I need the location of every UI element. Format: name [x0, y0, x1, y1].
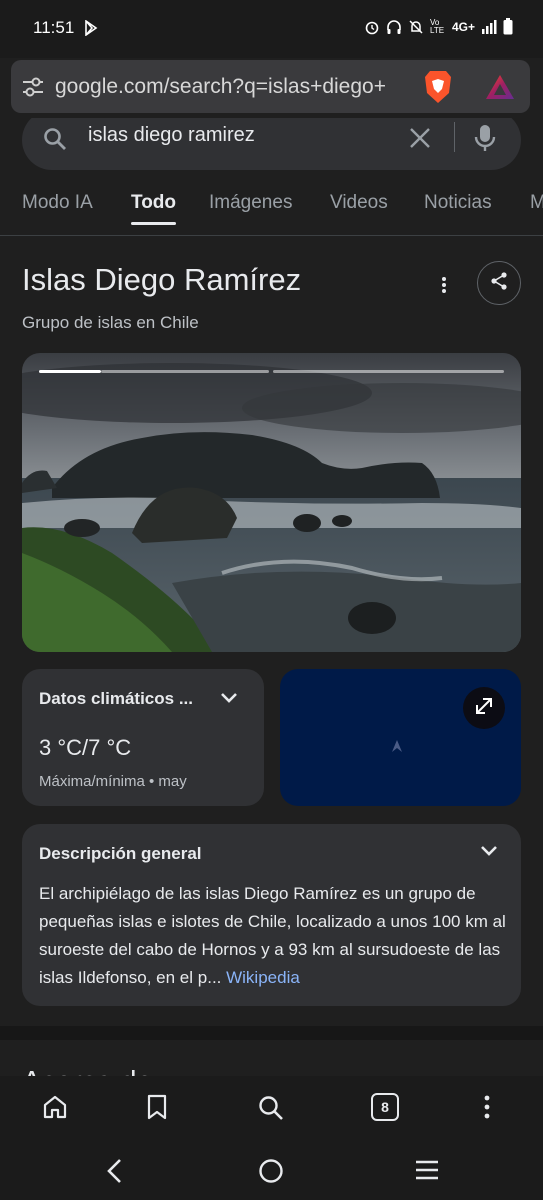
- overview-title: Descripción general: [39, 844, 202, 863]
- volte-label: Vo LTE: [429, 17, 445, 35]
- clear-search-icon[interactable]: [408, 126, 432, 155]
- expand-icon: [475, 697, 493, 720]
- next-section: Acerca de: [0, 1040, 543, 1078]
- overview-text: El archipiélago de las islas Diego Ramír…: [39, 880, 511, 992]
- tab-videos[interactable]: Videos: [330, 192, 388, 214]
- share-icon: [489, 271, 509, 296]
- results-page: islas diego ramirez Modo IA Todo Imágene…: [0, 118, 543, 1078]
- weather-card-title: Datos climáticos ...: [39, 689, 193, 708]
- chevron-down-icon[interactable]: [479, 844, 499, 863]
- search-divider: [454, 122, 455, 152]
- search-icon: [42, 126, 68, 157]
- expand-map-button[interactable]: [463, 687, 505, 729]
- battery-icon: [503, 18, 513, 35]
- alarm-icon: [364, 19, 380, 35]
- back-icon[interactable]: [104, 1158, 124, 1189]
- weather-card[interactable]: Datos climáticos ... 3 °C/7 °C Máxima/mí…: [22, 669, 264, 806]
- menu-icon[interactable]: [483, 1094, 491, 1125]
- search-input[interactable]: islas diego ramirez: [88, 124, 255, 147]
- tab-todo[interactable]: Todo: [131, 192, 176, 214]
- brave-rewards-icon[interactable]: [484, 73, 516, 106]
- overview-card: Descripción general El archipiélago de l…: [22, 824, 521, 1006]
- home-button-icon[interactable]: [258, 1158, 284, 1189]
- bookmark-icon[interactable]: [146, 1094, 168, 1125]
- active-tab-indicator: [131, 222, 176, 225]
- play-store-icon: [84, 19, 98, 41]
- knowledge-panel-title: Islas Diego Ramírez: [22, 262, 302, 297]
- chevron-down-icon[interactable]: [219, 691, 239, 710]
- address-bar[interactable]: google.com/search?q=islas+diego+: [11, 60, 530, 113]
- tab-noticias[interactable]: Noticias: [424, 192, 492, 214]
- more-options-icon[interactable]: [440, 276, 448, 299]
- tab-modo-ia[interactable]: Modo IA: [22, 192, 93, 214]
- signal-icon: [481, 19, 497, 34]
- status-icons: Vo LTE 4G+: [364, 18, 513, 35]
- brave-shields-icon[interactable]: [421, 69, 455, 110]
- location-marker-icon: [390, 739, 404, 758]
- home-icon[interactable]: [42, 1094, 68, 1125]
- tab-switcher-button[interactable]: 8: [371, 1093, 399, 1121]
- section-divider: [0, 1026, 543, 1040]
- wikipedia-link[interactable]: Wikipedia: [226, 968, 300, 987]
- status-time: 11:51: [33, 18, 75, 37]
- search-tabs: Modo IA Todo Imágenes Videos Noticias M: [0, 188, 543, 236]
- network-label: 4G+: [451, 19, 475, 34]
- search-icon[interactable]: [257, 1094, 285, 1127]
- status-bar: 11:51 Vo LTE 4G+: [0, 0, 543, 58]
- headphones-icon: [386, 19, 402, 35]
- microphone-icon[interactable]: [474, 124, 496, 157]
- system-nav-bar: [0, 1140, 543, 1200]
- browser-toolbar: 8: [0, 1076, 543, 1140]
- knowledge-panel-subtitle: Grupo de islas en Chile: [22, 313, 199, 332]
- island-photo[interactable]: [22, 353, 521, 652]
- map-card[interactable]: [280, 669, 521, 806]
- share-button[interactable]: [477, 261, 521, 305]
- tab-imagenes[interactable]: Imágenes: [209, 192, 292, 214]
- recent-apps-icon[interactable]: [414, 1158, 440, 1187]
- site-settings-icon[interactable]: [21, 76, 45, 103]
- tab-more[interactable]: M: [530, 192, 543, 214]
- weather-temperature: 3 °C/7 °C: [39, 735, 132, 760]
- url-text[interactable]: google.com/search?q=islas+diego+: [55, 75, 411, 99]
- weather-subtitle: Máxima/mínima • may: [39, 773, 187, 790]
- mute-icon: [408, 19, 424, 35]
- search-box[interactable]: islas diego ramirez: [22, 118, 521, 170]
